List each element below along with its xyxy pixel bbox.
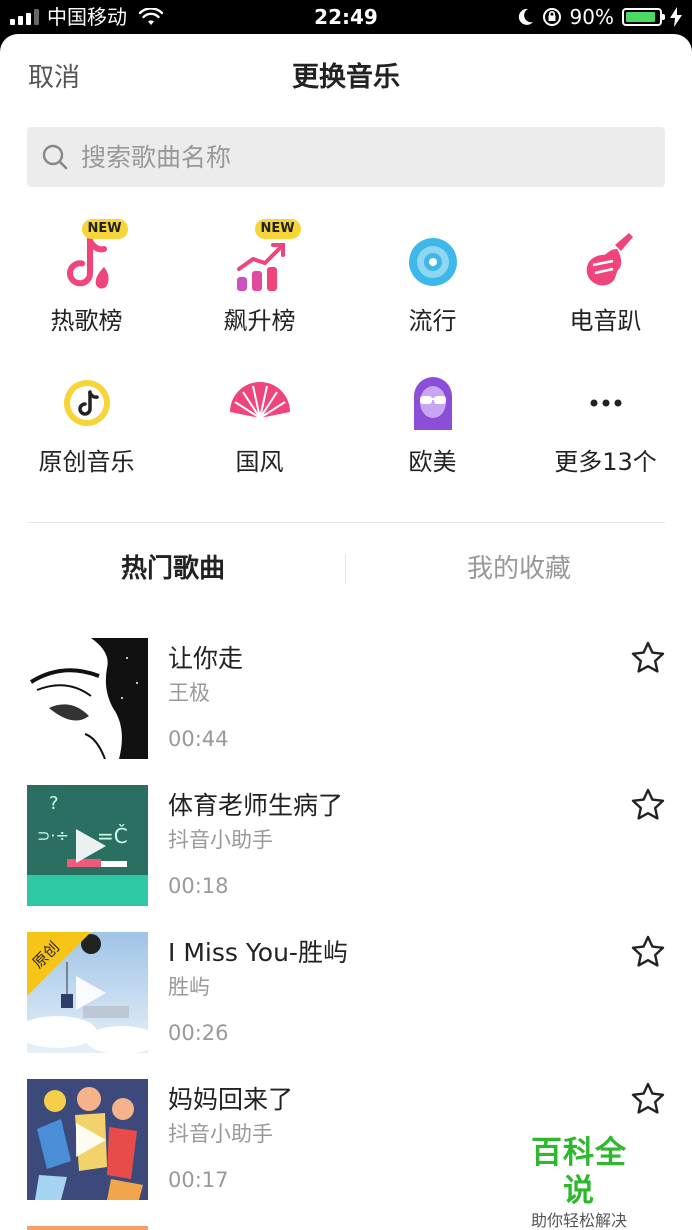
chalkboard-cover[interactable]: ? ⊃·÷ =Č [27,785,148,906]
tab-hot-songs[interactable]: 热门歌曲 [0,542,346,596]
rotation-lock-icon [542,8,561,26]
song-title: 让你走 [168,644,244,673]
category-label: 国风 [235,448,284,476]
category-electronic[interactable]: 电音趴 [519,227,692,337]
star-icon[interactable] [630,640,666,676]
song-duration: 00:17 [168,1168,229,1192]
category-label: 流行 [408,307,457,335]
folding-fan-icon [229,382,290,419]
category-western[interactable]: 欧美 [346,368,519,478]
disc-icon [408,238,457,286]
category-pop[interactable]: 流行 [346,227,519,337]
category-rising-chart[interactable]: NEW 飙升榜 [173,219,346,337]
star-icon[interactable] [630,787,666,823]
song-row[interactable]: 原创 I Miss You-胜屿 胜屿 00:26 [0,932,692,1054]
song-duration: 00:18 [168,874,229,898]
song-row[interactable]: ? ⊃·÷ =Č 体育老师生病了 抖音小助手 00:18 [0,785,692,907]
star-icon[interactable] [630,934,666,970]
new-badge: NEW [81,219,128,239]
song-duration: 00:44 [168,727,229,751]
category-more[interactable]: 更多13个 [519,368,692,478]
category-label: 欧美 [408,448,457,476]
category-label: 飙升榜 [223,307,296,335]
svg-text:⊃·÷: ⊃·÷ [37,826,69,845]
sunglasses-avatar-icon [413,377,452,430]
cartoon-dancers-cover[interactable] [27,1079,148,1200]
watermark-title: 百科全说 [531,1135,627,1209]
status-bar: 中国移动 22:49 90% [0,0,692,34]
song-artist: 胜屿 [168,975,210,999]
eye-sketch-cover[interactable] [27,638,148,759]
guitar-icon [586,233,633,286]
song-artist: 抖音小助手 [168,828,273,852]
svg-text:?: ? [49,793,59,814]
battery-icon [622,8,665,26]
search-input[interactable] [81,142,601,172]
section-divider [27,522,665,523]
more-dots-icon [590,399,621,407]
battery-level-fill [626,12,655,22]
category-hot-chart[interactable]: NEW 热歌榜 [0,219,173,337]
category-label: 热歌榜 [50,307,123,335]
star-icon[interactable] [630,1081,666,1117]
sky-swing-cover[interactable]: 原创 [27,932,148,1053]
charging-bolt-icon [670,7,682,27]
song-duration: 00:26 [168,1021,229,1045]
watermark-subtitle: 助你轻松解决 [530,1211,627,1230]
category-original[interactable]: 原创音乐 [0,368,173,478]
category-chinese-style[interactable]: 国风 [173,368,346,478]
moon-icon [518,8,533,25]
music-picker-sheet: 取消 更换音乐 NEW 热歌榜 [0,34,692,1230]
battery-percent: 90% [569,5,614,29]
category-label: 原创音乐 [38,448,135,476]
page-title: 更换音乐 [292,62,400,93]
tab-my-favorites[interactable]: 我的收藏 [346,542,692,596]
category-label: 电音趴 [569,307,642,335]
category-label: 更多13个 [554,448,657,476]
song-title: 妈妈回来了 [168,1085,294,1114]
play-icon [76,829,106,863]
song-title: 体育老师生病了 [168,791,344,820]
search-icon [42,144,68,170]
watermark: 百科全说 助你轻松解决 [516,1134,642,1230]
song-row[interactable]: 让你走 王极 00:44 [0,638,692,760]
song-title: I Miss You-胜屿 [168,938,348,967]
song-artist: 王极 [168,681,210,705]
new-badge: NEW [254,219,301,239]
play-icon [76,976,106,1010]
play-icon [76,1123,106,1157]
tiktok-note-icon [63,380,110,426]
song-tabs: 热门歌曲 我的收藏 [0,542,692,596]
nav-bar: 取消 更换音乐 [0,34,692,122]
next-song-cover-edge [27,1226,148,1230]
search-bar[interactable] [27,127,665,187]
song-artist: 抖音小助手 [168,1122,273,1146]
